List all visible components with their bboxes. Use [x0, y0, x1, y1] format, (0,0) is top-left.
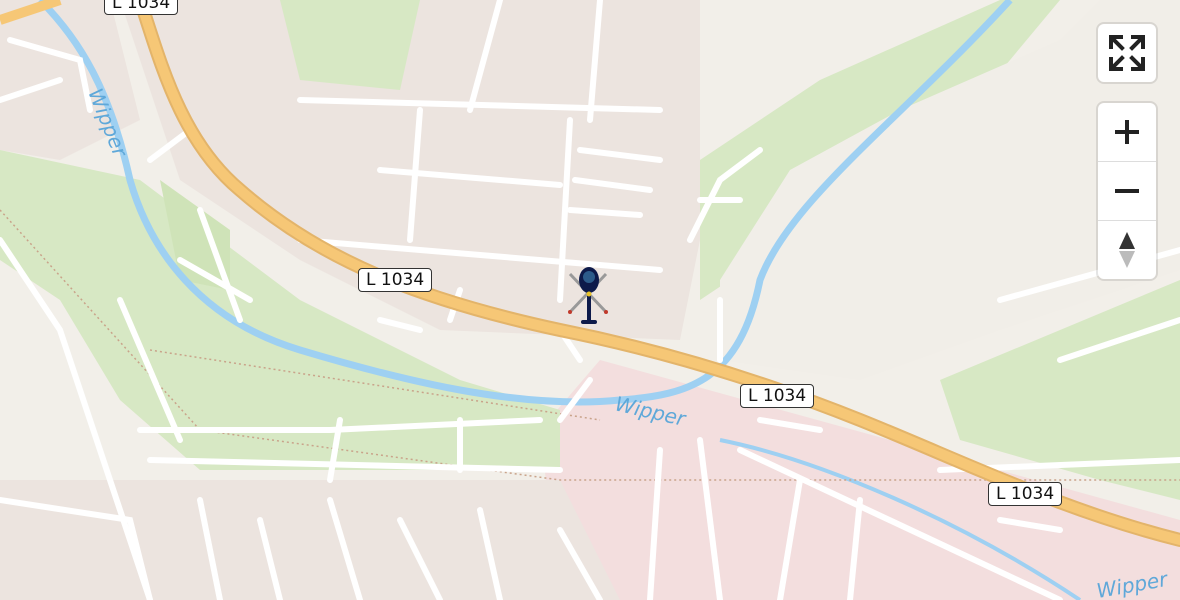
- zoom-in-button[interactable]: [1098, 103, 1156, 161]
- road-shield: L 1034: [740, 384, 815, 408]
- road-shield: L 1034: [988, 482, 1063, 506]
- residential-area-south: [0, 480, 620, 600]
- road-shield: L 1034: [104, 0, 179, 15]
- helicopter-icon: [568, 267, 608, 324]
- road-shield: L 1034: [358, 268, 433, 292]
- fullscreen-button[interactable]: [1098, 24, 1156, 82]
- navigation-control: [1098, 103, 1156, 279]
- minus-icon: [1115, 189, 1139, 193]
- compass-button[interactable]: [1098, 220, 1156, 279]
- map-view[interactable]: Wipper Wipper Wipper L 1034 L 1034 L 103…: [0, 0, 1180, 600]
- plus-icon: [1115, 120, 1139, 144]
- fullscreen-control: [1098, 24, 1156, 82]
- fullscreen-icon: [1109, 35, 1145, 71]
- zoom-out-button[interactable]: [1098, 161, 1156, 220]
- helicopter-marker[interactable]: [566, 264, 612, 334]
- compass-icon: [1119, 232, 1135, 268]
